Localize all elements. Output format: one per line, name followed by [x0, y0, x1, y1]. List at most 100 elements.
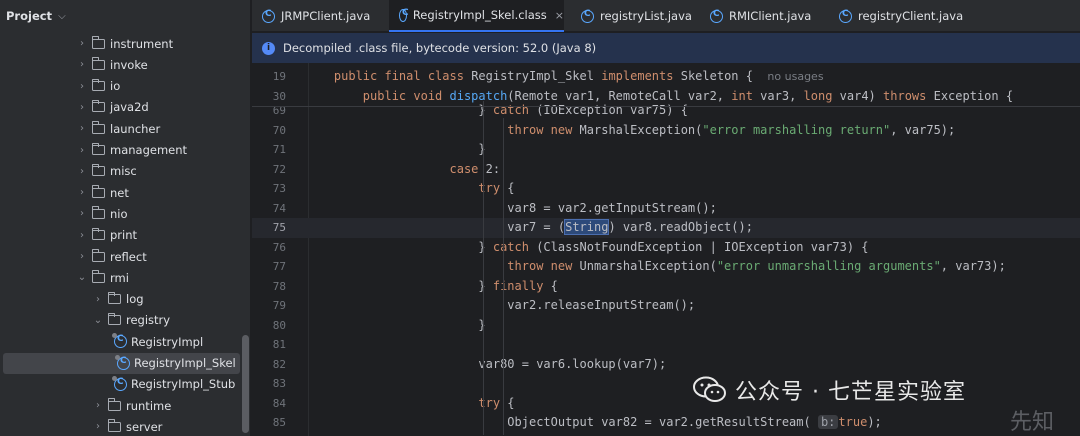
- tab-label: registryClient.java: [858, 9, 964, 23]
- tree-item-rmi[interactable]: ⌄ rmi: [0, 267, 242, 288]
- line-number[interactable]: 85: [252, 413, 286, 433]
- line-number[interactable]: 81: [252, 335, 286, 355]
- tree-item-label: reflect: [110, 249, 147, 264]
- tab-registrylist-java[interactable]: registryList.java: [571, 0, 700, 32]
- chevron-right-icon[interactable]: ›: [76, 123, 88, 134]
- code-line[interactable]: 78 } finally {: [252, 277, 1080, 297]
- chevron-right-icon[interactable]: ›: [92, 400, 104, 411]
- class-file-icon: [581, 9, 594, 23]
- line-number[interactable]: 83: [252, 374, 286, 394]
- class-file-icon: [839, 9, 852, 23]
- tab-jrmpclient-java[interactable]: JRMPClient.java: [252, 0, 389, 32]
- line-number[interactable]: 82: [252, 355, 286, 375]
- code-line[interactable]: 19 public final class RegistryImpl_Skel …: [252, 67, 1080, 87]
- sticky-lines-separator: [252, 106, 1080, 107]
- code-line[interactable]: 76 } catch (ClassNotFoundException | IOE…: [252, 238, 1080, 258]
- tree-item-net[interactable]: › net: [0, 182, 242, 203]
- line-number[interactable]: 71: [252, 140, 286, 160]
- tree-item-invoke[interactable]: › invoke: [0, 54, 242, 75]
- chevron-right-icon[interactable]: ›: [92, 421, 104, 432]
- tree-item-label: io: [110, 79, 121, 94]
- code-line[interactable]: 85 ObjectOutput var82 = var2.getResultSt…: [252, 413, 1080, 433]
- tree-item-launcher[interactable]: › launcher: [0, 118, 242, 139]
- line-number[interactable]: 75: [252, 218, 286, 238]
- code-token: UnmarshalException(: [579, 259, 717, 273]
- line-number[interactable]: 19: [252, 67, 286, 87]
- line-number[interactable]: 69: [252, 101, 286, 121]
- line-number[interactable]: 70: [252, 121, 286, 141]
- tree-item-instrument[interactable]: › instrument: [0, 33, 242, 54]
- line-number[interactable]: 80: [252, 316, 286, 336]
- code-token: catch: [492, 239, 537, 254]
- folder-icon: [107, 291, 121, 305]
- chevron-right-icon[interactable]: ›: [76, 38, 88, 49]
- line-number[interactable]: 77: [252, 257, 286, 277]
- line-number[interactable]: 74: [252, 199, 286, 219]
- folder-icon: [91, 99, 105, 113]
- chevron-right-icon[interactable]: ›: [76, 81, 88, 92]
- code-line[interactable]: 77 throw new UnmarshalException("error u…: [252, 257, 1080, 277]
- line-number[interactable]: 78: [252, 277, 286, 297]
- chevron-right-icon[interactable]: ›: [76, 145, 88, 156]
- tree-item-reflect[interactable]: › reflect: [0, 246, 242, 267]
- tree-item-misc[interactable]: › misc: [0, 161, 242, 182]
- tree-item-management[interactable]: › management: [0, 140, 242, 161]
- chevron-down-icon[interactable]: ⌄: [76, 272, 88, 283]
- code-line[interactable]: 70 throw new MarshalException("error mar…: [252, 121, 1080, 141]
- code-line[interactable]: 74 var8 = var2.getInputStream();: [252, 199, 1080, 219]
- code-line[interactable]: 71 }: [252, 140, 1080, 160]
- chevron-down-icon[interactable]: ⌄: [92, 315, 104, 326]
- tree-item-print[interactable]: › print: [0, 225, 242, 246]
- tab-rmiclient-java[interactable]: RMIClient.java: [700, 0, 829, 32]
- tree-item-registry[interactable]: ⌄ registry: [0, 310, 242, 331]
- chevron-right-icon[interactable]: ›: [76, 166, 88, 177]
- close-tab-icon[interactable]: ×: [555, 9, 564, 22]
- code-text: } catch (ClassNotFoundException | IOExce…: [305, 238, 868, 258]
- highlighted-token: String: [564, 219, 610, 235]
- tree-item-io[interactable]: › io: [0, 76, 242, 97]
- project-view-header[interactable]: Project ⌵: [0, 0, 250, 32]
- chevron-right-icon[interactable]: ›: [76, 59, 88, 70]
- code-line[interactable]: 82 var80 = var6.lookup(var7);: [252, 355, 1080, 375]
- line-number[interactable]: 76: [252, 238, 286, 258]
- tree-item-registryimpl-stub[interactable]: RegistryImpl_Stub: [0, 374, 242, 395]
- tree-item-registryimpl[interactable]: RegistryImpl: [0, 331, 242, 352]
- code-line[interactable]: 73 try {: [252, 179, 1080, 199]
- tab-registryclient-java[interactable]: registryClient.java: [829, 0, 964, 32]
- watermark-text: 公众号 · 七芒星实验室: [735, 380, 966, 405]
- project-tree-scrollbar[interactable]: [242, 335, 249, 433]
- tree-item-label: nio: [110, 206, 128, 221]
- chevron-right-icon[interactable]: ›: [76, 230, 88, 241]
- line-number[interactable]: 73: [252, 179, 286, 199]
- info-icon: i: [262, 41, 275, 55]
- chevron-right-icon[interactable]: ›: [92, 294, 104, 305]
- tree-item-log[interactable]: › log: [0, 289, 242, 310]
- tab-label: registryList.java: [600, 9, 692, 23]
- tab-label: RMIClient.java: [729, 9, 812, 23]
- tab-registryimpl-skel-class[interactable]: RegistryImpl_Skel.class ×: [389, 0, 564, 32]
- code-line[interactable]: 80 }: [252, 316, 1080, 336]
- line-number[interactable]: 79: [252, 296, 286, 316]
- line-number[interactable]: 72: [252, 160, 286, 180]
- code-line[interactable]: 72 case 2:: [252, 160, 1080, 180]
- tree-item-server[interactable]: › server: [0, 416, 242, 436]
- code-line[interactable]: 69 } catch (IOException var75) {: [252, 101, 1080, 121]
- code-line[interactable]: 79 var2.releaseInputStream();: [252, 296, 1080, 316]
- chevron-right-icon[interactable]: ›: [76, 102, 88, 113]
- folder-icon: [107, 398, 121, 411]
- chevron-right-icon[interactable]: ›: [76, 187, 88, 198]
- code-line[interactable]: 81: [252, 335, 1080, 355]
- code-line[interactable]: 75 var7 = (String) var8.readObject();: [252, 218, 1080, 238]
- code-token: finally: [492, 278, 551, 293]
- folder-icon: [91, 227, 105, 241]
- tree-item-nio[interactable]: › nio: [0, 203, 242, 224]
- tree-item-registryimpl-skel[interactable]: RegistryImpl_Skel: [3, 352, 240, 374]
- chevron-right-icon[interactable]: ›: [76, 208, 88, 219]
- chevron-right-icon[interactable]: ›: [76, 251, 88, 262]
- folder-icon: [91, 36, 105, 49]
- tree-item-java2d[interactable]: › java2d: [0, 97, 242, 118]
- tree-item-runtime[interactable]: › runtime: [0, 395, 242, 416]
- code-text: }: [305, 316, 485, 336]
- chevron-down-icon[interactable]: ⌵: [58, 11, 66, 22]
- line-number[interactable]: 84: [252, 394, 286, 414]
